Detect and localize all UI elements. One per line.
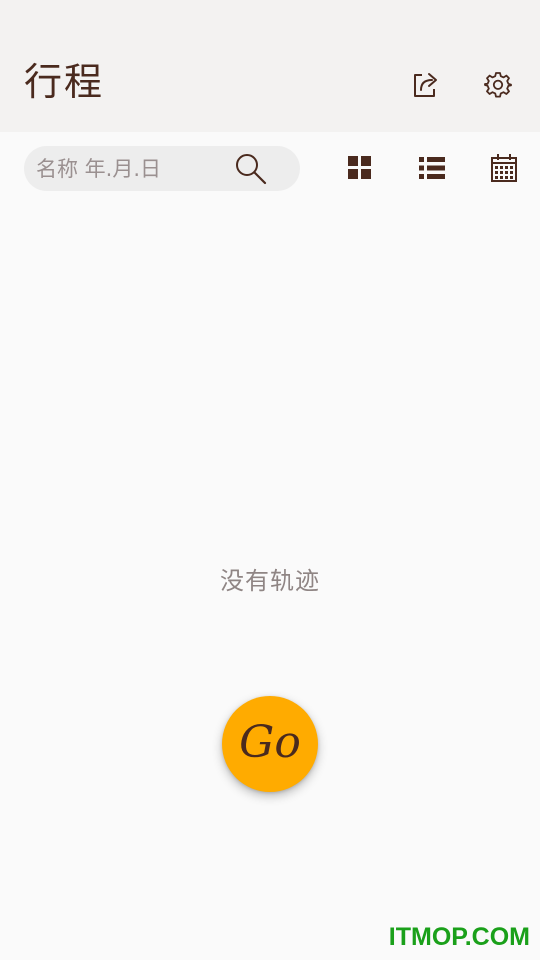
gear-icon	[484, 72, 512, 98]
export-share-icon	[414, 73, 437, 97]
search-bar	[24, 146, 300, 191]
search-input[interactable]	[36, 146, 226, 191]
settings-button[interactable]	[476, 62, 520, 106]
calendar-view-button[interactable]	[482, 146, 526, 190]
search-icon	[236, 154, 267, 185]
go-button-label: Go	[239, 717, 301, 768]
empty-state-message: 没有轨迹	[220, 567, 320, 595]
calendar-icon	[491, 154, 517, 182]
list-view-button[interactable]	[410, 146, 454, 190]
search-button[interactable]	[234, 152, 268, 186]
go-button[interactable]: Go	[222, 696, 318, 792]
export-button[interactable]	[404, 62, 448, 106]
list-view-icon	[419, 157, 445, 179]
app-header: 行程	[0, 0, 540, 132]
grid-view-button[interactable]	[338, 146, 382, 190]
watermark: ITMOP.COM	[388, 923, 530, 951]
page-title: 行程	[24, 60, 105, 104]
grid-view-icon	[348, 156, 371, 179]
